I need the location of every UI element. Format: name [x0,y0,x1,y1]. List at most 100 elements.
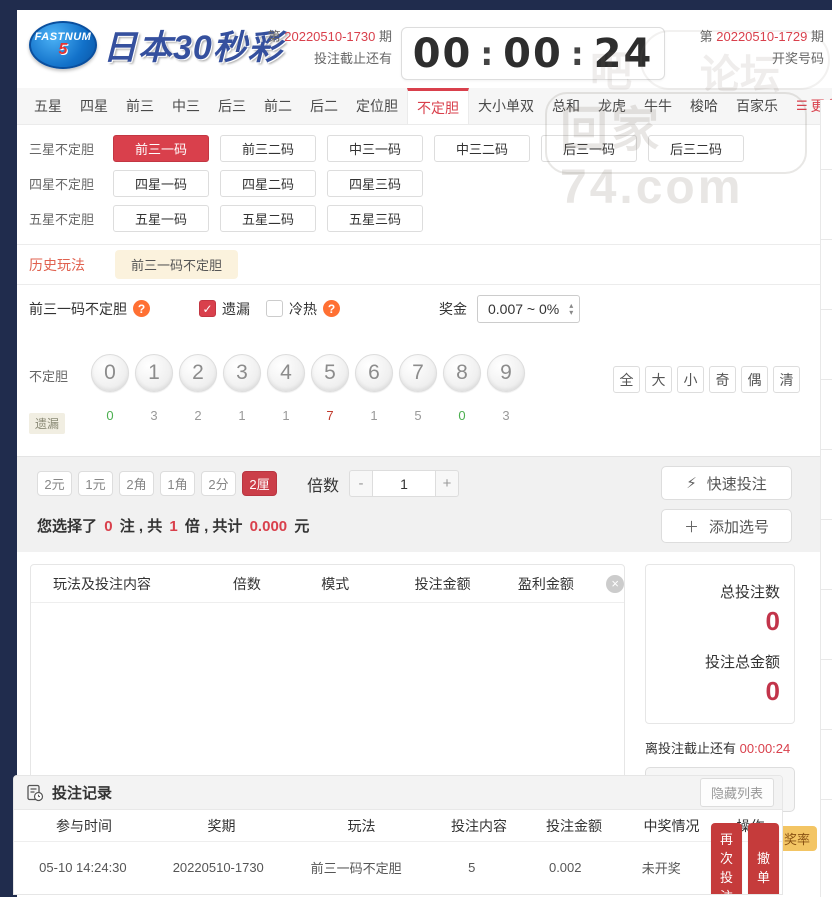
ball-3[interactable]: 3 [223,354,261,392]
selection-summary: 您选择了 0 注 , 共 1 倍 , 共计 0.000 元 [37,515,309,536]
nav-housan[interactable]: 后三 [209,88,255,124]
stepper-plus-button[interactable]: + [435,470,459,497]
cancel-order-button[interactable]: 撤单 [748,823,779,895]
select-big-button[interactable]: 大 [645,366,672,393]
denom-1jiao[interactable]: 1角 [160,471,195,496]
play-button-qiansan-2[interactable]: 前三二码 [220,135,316,162]
play-button-sixing-2[interactable]: 四星二码 [220,170,316,197]
ball-0[interactable]: 0 [91,354,129,392]
select-small-button[interactable]: 小 [677,366,704,393]
hide-list-button[interactable]: 隐藏列表 [700,778,774,807]
nav-baijiale[interactable]: 百家乐 [727,88,787,124]
add-numbers-button[interactable]: ＋ 添加选号 [661,509,792,543]
prize-select[interactable]: 0.007 ~ 0% ▴▾ [477,295,580,323]
denom-2yuan[interactable]: 2元 [37,471,72,496]
current-period-number: 20220510-1730 [284,29,375,44]
play-button-housan-2[interactable]: 后三二码 [648,135,744,162]
ball-9[interactable]: 9 [487,354,525,392]
ball-4[interactable]: 4 [267,354,305,392]
nav-wuxing[interactable]: 五星 [25,88,71,124]
multiple-count: 1 [169,518,177,535]
select-even-button[interactable]: 偶 [741,366,768,393]
ball-row-label: 不定胆 [29,366,91,385]
play-button-qiansan-1[interactable]: 前三一码 [113,135,209,162]
spinner-arrows-icon[interactable]: ▴▾ [569,302,573,316]
nav-budingdan-active[interactable]: 不定胆 [407,88,469,124]
miss-checkbox[interactable] [199,300,216,317]
play-row-5star: 五星不定胆 五星一码 五星二码 五星三码 [29,205,832,232]
balls-labels: 不定胆 遗漏 [29,354,91,434]
play-button-wuxing-1[interactable]: 五星一码 [113,205,209,232]
select-all-button[interactable]: 全 [613,366,640,393]
play-button-housan-1[interactable]: 后三一码 [541,135,637,162]
denom-2li-active[interactable]: 2厘 [242,471,277,496]
quick-bet-button[interactable]: ⚡ 快速投注 [661,466,792,500]
balls-area: 不定胆 遗漏 00 13 22 31 41 57 61 75 80 93 [29,354,531,434]
play-button-zhongsan-1[interactable]: 中三一码 [327,135,423,162]
nav-niuniu[interactable]: 牛牛 [635,88,681,124]
col-result: 中奖情况 [624,816,719,836]
current-period-line: 第 20220510-1730 期 [268,26,392,48]
play-button-sixing-1[interactable]: 四星一码 [113,170,209,197]
ball-7[interactable]: 7 [399,354,437,392]
clear-button[interactable]: 清 [773,366,800,393]
history-row: 历史玩法 前三一码不定胆 [17,244,832,284]
play-button-wuxing-2[interactable]: 五星二码 [220,205,316,232]
ball-8[interactable]: 8 [443,354,481,392]
hotcold-checkbox[interactable] [266,300,283,317]
record-time: 05-10 14:24:30 [14,860,152,875]
list-icon: ☰ [796,98,808,114]
records-table-header: 参与时间 奖期 玩法 投注内容 投注金额 中奖情况 操作 [14,810,782,842]
miss-value-9: 3 [487,408,525,423]
nav-partial-item[interactable]: 走 [822,98,832,118]
denom-2fen[interactable]: 2分 [201,471,236,496]
countdown-timer: 00 : 00 : 24 [401,27,665,80]
nav-qianer[interactable]: 前二 [255,88,301,124]
play-name: 前三一码不定胆 [29,299,127,319]
select-odd-button[interactable]: 奇 [709,366,736,393]
ball-2[interactable]: 2 [179,354,217,392]
ball-5[interactable]: 5 [311,354,349,392]
history-tag[interactable]: 前三一码不定胆 [115,250,238,279]
play-button-zhongsan-2[interactable]: 中三二码 [434,135,530,162]
nav-zhongsan[interactable]: 中三 [163,88,209,124]
play-row-3star: 三星不定胆 前三一码 前三二码 中三一码 中三二码 后三一码 后三二码 [29,135,832,162]
nav-sixing[interactable]: 四星 [71,88,117,124]
deadline-label: 投注截止还有 [268,48,392,70]
play-button-wuxing-3[interactable]: 五星三码 [327,205,423,232]
help-icon[interactable]: ? [323,300,340,317]
nav-longhu[interactable]: 龙虎 [589,88,635,124]
site-logo[interactable]: FASTNUM 5 日本30秒彩 [29,20,283,69]
records-header: 投注记录 隐藏列表 [14,776,782,810]
logo-five-text: 5 [59,43,68,57]
betslip-table: 玩法及投注内容 倍数 模式 投注金额 盈利金额 × [30,564,625,796]
nav-daxiaodanshuang[interactable]: 大小单双 [469,88,543,124]
denom-2jiao[interactable]: 2角 [119,471,154,496]
denom-1yuan[interactable]: 1元 [78,471,113,496]
nav-houer[interactable]: 后二 [301,88,347,124]
close-icon[interactable]: × [606,575,624,593]
betslip-section: 玩法及投注内容 倍数 模式 投注金额 盈利金额 × 总投注数 0 投注总金额 0 [17,552,832,804]
total-amount-label: 投注总金额 [660,651,780,672]
play-button-sixing-3[interactable]: 四星三码 [327,170,423,197]
col-amount: 投注金额 [524,816,624,836]
record-play: 前三一码不定胆 [285,858,428,877]
miss-value-7: 5 [399,408,437,423]
nav-dingweidan[interactable]: 定位胆 [347,88,407,124]
rebet-button[interactable]: 再次投注 [711,823,742,895]
help-icon[interactable]: ? [133,300,150,317]
ball-6[interactable]: 6 [355,354,393,392]
previous-period-block: 第 20220510-1729 期 开奖号码 [700,26,824,70]
records-title: 投注记录 [52,782,700,803]
nav-zonghe[interactable]: 总和 [543,88,589,124]
ball-1[interactable]: 1 [135,354,173,392]
nav-qiansan[interactable]: 前三 [117,88,163,124]
col-period: 奖期 [154,816,289,836]
multiple-input[interactable]: 1 [373,470,435,497]
col-profit-amount: 盈利金额 [518,574,606,594]
miss-value-4: 1 [267,408,305,423]
record-icon [26,784,44,802]
nav-suoha[interactable]: 梭哈 [681,88,727,124]
stepper-minus-button[interactable]: - [349,470,373,497]
timer-minutes: 00 [503,31,563,77]
